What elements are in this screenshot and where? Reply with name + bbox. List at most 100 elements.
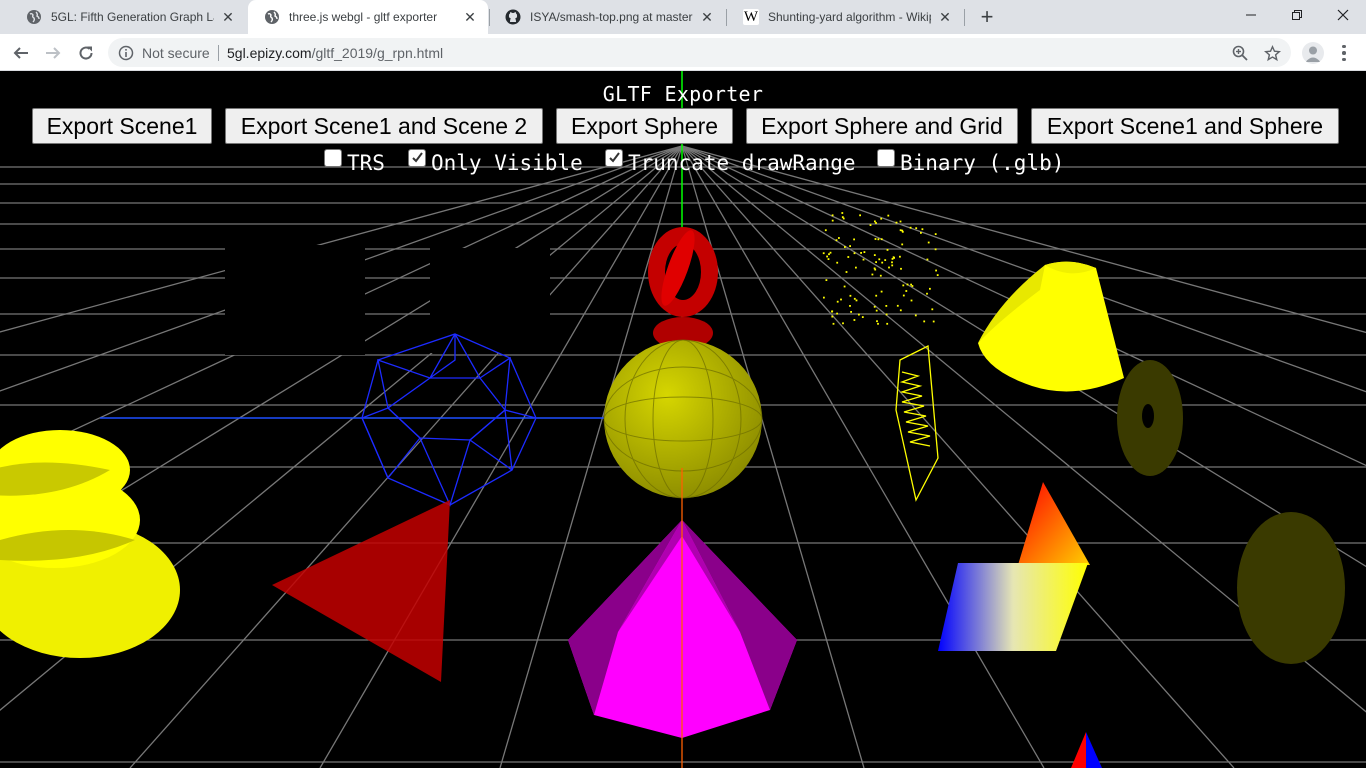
point [926, 258, 929, 261]
point [874, 238, 877, 240]
point [895, 221, 898, 224]
point [842, 322, 844, 325]
point [909, 226, 912, 229]
binary-glb-label: Binary (.glb) [900, 151, 1065, 175]
export-scene1-and-sphere-button[interactable]: Export Scene1 and Sphere [1031, 108, 1339, 144]
point [869, 224, 872, 226]
point [831, 219, 834, 222]
point [875, 222, 877, 224]
browser-toolbar: Not secure 5gl.epizy.com/gltf_2019/g_rpn… [0, 34, 1366, 71]
wikipedia-icon: W [743, 8, 759, 25]
point [910, 283, 912, 286]
info-icon[interactable] [118, 45, 134, 61]
option-binary-glb[interactable]: Binary (.glb) [877, 149, 1065, 176]
tab-separator [964, 9, 965, 26]
binary-glb-checkbox[interactable] [877, 149, 895, 167]
point [887, 214, 890, 217]
tab-separator [726, 9, 727, 26]
back-arrow-icon[interactable] [8, 40, 34, 66]
point [841, 212, 844, 214]
reload-icon[interactable] [73, 40, 99, 66]
point [853, 238, 855, 241]
zoom-icon[interactable] [1231, 44, 1249, 62]
point [926, 292, 928, 295]
point [822, 252, 825, 255]
dark-disk [1237, 512, 1345, 664]
yellow-torus [0, 430, 180, 658]
point [920, 232, 922, 234]
yellow-sphere [603, 339, 763, 499]
point [935, 269, 937, 272]
browser-menu-icon[interactable] [1336, 41, 1352, 65]
tab-title: 5GL: Fifth Generation Graph Lang [51, 10, 214, 24]
close-icon[interactable]: ✕ [220, 9, 236, 25]
point [929, 287, 931, 290]
truncate-drawrange-checkbox[interactable] [605, 149, 623, 167]
point [860, 252, 862, 254]
point [862, 258, 865, 261]
address-bar[interactable]: Not secure 5gl.epizy.com/gltf_2019/g_rpn… [108, 38, 1291, 67]
point [836, 300, 839, 303]
point [836, 261, 839, 264]
point [901, 230, 904, 233]
close-icon[interactable]: ✕ [937, 9, 953, 25]
point [921, 228, 924, 231]
export-scene1-button[interactable]: Export Scene1 [32, 108, 212, 144]
minimize-icon[interactable] [1228, 0, 1274, 30]
close-icon[interactable]: ✕ [462, 9, 478, 25]
point [915, 227, 918, 230]
point [896, 304, 899, 307]
red-triangle [272, 500, 450, 682]
point [871, 273, 874, 276]
export-sphere-and-grid-button[interactable]: Export Sphere and Grid [746, 108, 1018, 144]
point [881, 261, 884, 264]
tab-5gl[interactable]: 5GL: Fifth Generation Graph Lang ✕ [10, 0, 246, 34]
tab-gltf-exporter[interactable]: three.js webgl - gltf exporter ✕ [248, 0, 488, 34]
point [831, 310, 833, 313]
tab-title: three.js webgl - gltf exporter [289, 10, 438, 24]
point [891, 261, 893, 264]
point [876, 320, 878, 323]
checkmark-icon [412, 152, 423, 163]
point [891, 264, 894, 267]
tab-github[interactable]: ISYA/smash-top.png at master · ( ✕ [489, 0, 725, 34]
point [899, 309, 902, 312]
point [877, 238, 880, 241]
point [886, 249, 889, 251]
point [827, 258, 830, 260]
point [826, 255, 828, 258]
point [914, 314, 917, 317]
close-icon[interactable]: ✕ [699, 9, 715, 25]
new-tab-button[interactable]: + [975, 4, 999, 29]
only-visible-checkbox[interactable] [408, 149, 426, 167]
export-scene1-and-scene2-button[interactable]: Export Scene1 and Scene 2 [225, 108, 543, 144]
point [840, 298, 842, 301]
option-trs[interactable]: TRS [324, 149, 385, 176]
point [906, 283, 909, 286]
point [880, 217, 883, 220]
profile-avatar-icon[interactable] [1302, 42, 1324, 64]
globe-icon [26, 9, 42, 25]
webgl-viewport[interactable]: GLTF Exporter Export Scene1 Export Scene… [0, 71, 1366, 768]
restore-icon[interactable] [1274, 0, 1320, 30]
point [873, 267, 876, 270]
tab-wikipedia[interactable]: W Shunting-yard algorithm - Wikipe ✕ [727, 0, 963, 34]
point [884, 259, 887, 261]
bookmark-star-icon[interactable] [1263, 44, 1281, 62]
forward-arrow-icon[interactable] [40, 40, 66, 66]
point [886, 322, 889, 325]
point [824, 229, 827, 232]
option-truncate-drawrange[interactable]: Truncate drawRange [605, 149, 856, 176]
wireframe-sphere [361, 333, 537, 507]
point [888, 266, 890, 269]
point [931, 308, 934, 311]
gradient-triangle [1018, 482, 1090, 565]
trs-checkbox[interactable] [324, 149, 342, 167]
point [875, 261, 877, 263]
point [905, 290, 908, 292]
point [843, 285, 846, 288]
option-only-visible[interactable]: Only Visible [408, 149, 583, 176]
point [880, 238, 883, 241]
export-sphere-button[interactable]: Export Sphere [556, 108, 733, 144]
close-window-icon[interactable] [1320, 0, 1366, 30]
